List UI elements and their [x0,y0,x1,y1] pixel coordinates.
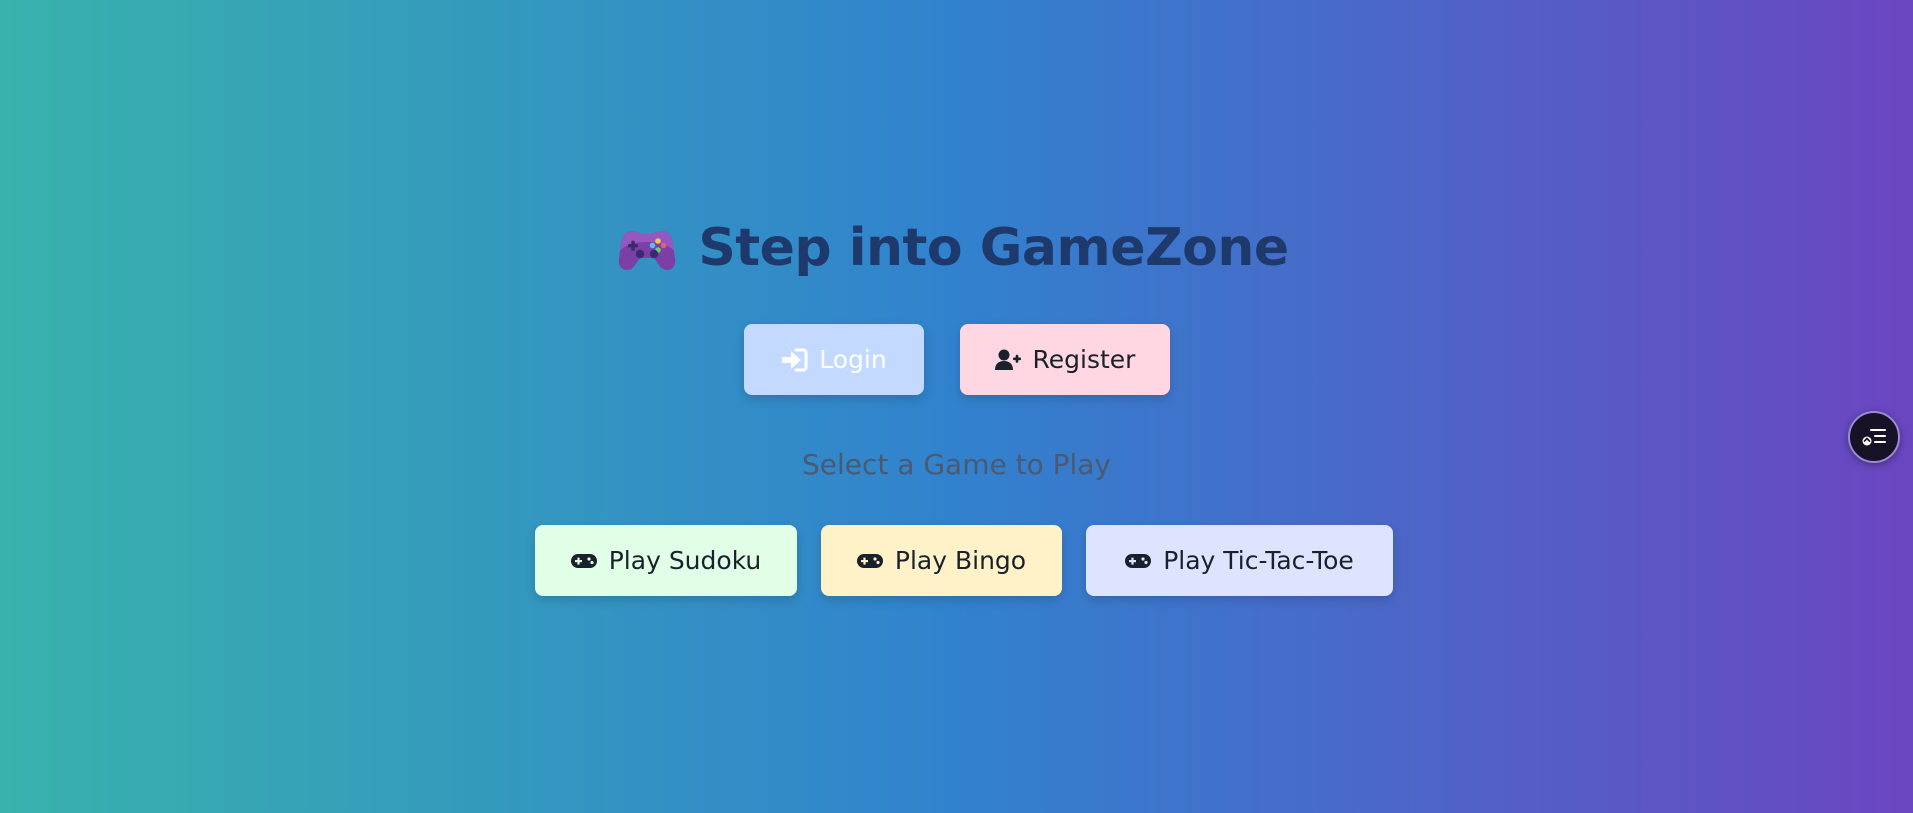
header: Step into GameZone [0,222,1913,274]
page: Step into GameZone Login Register Select… [0,0,1913,813]
page-title: Step into GameZone [698,218,1289,278]
register-button[interactable]: Register [959,324,1170,395]
gamepad-icon [856,552,884,570]
play-bingo-button[interactable]: Play Bingo [820,525,1062,596]
auth-actions: Login Register [0,324,1913,395]
menu-list-icon [1861,426,1887,448]
play-tic-tac-toe-label: Play Tic-Tac-Toe [1163,546,1354,575]
gamepad-icon [1124,552,1152,570]
login-button[interactable]: Login [743,324,924,395]
games-list: Play Sudoku Play Bingo Play Tic-Tac-Toe [0,525,1913,596]
sign-in-icon [780,348,808,372]
gamepad-icon [570,552,598,570]
user-plus-icon [994,348,1022,372]
login-label: Login [819,345,887,374]
gamepad-emoji-icon [618,225,676,271]
play-tic-tac-toe-button[interactable]: Play Tic-Tac-Toe [1085,525,1393,596]
floating-menu-button[interactable] [1848,411,1900,463]
games-subtitle: Select a Game to Play [802,448,1111,481]
play-sudoku-label: Play Sudoku [608,546,762,575]
register-label: Register [1032,345,1136,374]
play-bingo-label: Play Bingo [894,546,1027,575]
play-sudoku-button[interactable]: Play Sudoku [534,525,797,596]
